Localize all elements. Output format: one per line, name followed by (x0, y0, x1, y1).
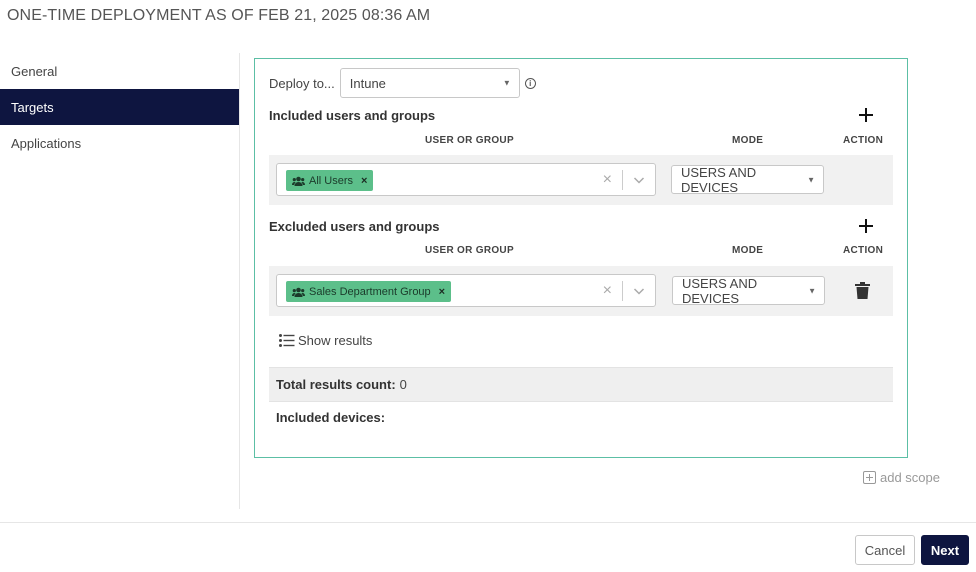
included-row: All Users × × USERS AND DEVICES ▼ (269, 155, 893, 205)
caret-down-icon: ▼ (502, 78, 511, 88)
chevron-down-icon[interactable] (633, 173, 645, 191)
deploy-select-value: Intune (349, 75, 386, 91)
included-chip: All Users × (286, 170, 374, 191)
add-scope-button[interactable]: add scope (863, 470, 940, 485)
results-count-bar: Total results count: 0 (269, 367, 893, 402)
show-results-button[interactable]: Show results (279, 333, 372, 348)
results-count-label: Total results count: (276, 377, 396, 392)
excluded-mode-select[interactable]: USERS AND DEVICES ▼ (672, 275, 825, 306)
add-box-icon (863, 471, 876, 484)
included-chip-label: All Users (309, 174, 354, 187)
sidebar-item-general[interactable]: General (0, 53, 239, 89)
included-user-picker[interactable]: All Users × × (276, 163, 656, 196)
chip-remove-icon[interactable]: × (361, 175, 367, 187)
next-button[interactable]: Next (921, 535, 969, 565)
excluded-title: Excluded users and groups (269, 219, 440, 234)
chip-remove-icon[interactable]: × (439, 286, 445, 298)
picker-divider (622, 281, 623, 301)
list-icon (279, 334, 295, 347)
add-included-plus-icon[interactable] (856, 105, 876, 125)
excluded-mode-value: USERS AND DEVICES (682, 275, 758, 306)
included-devices-label: Included devices: (276, 410, 386, 425)
add-excluded-plus-icon[interactable] (856, 216, 876, 236)
deploy-label: Deploy to... (269, 75, 335, 91)
excluded-col-action: ACTION (843, 245, 884, 256)
included-mode-value: USERS AND DEVICES (681, 164, 757, 195)
users-icon (292, 287, 305, 297)
excluded-row: Sales Department Group × × USERS AND DEV… (269, 266, 893, 316)
excluded-col-mode: MODE (732, 245, 764, 256)
trash-icon[interactable] (855, 282, 870, 304)
sidebar-item-applications[interactable]: Applications (0, 125, 239, 161)
show-results-label: Show results (298, 333, 373, 348)
footer-divider (0, 522, 976, 523)
excluded-chip-label: Sales Department Group (309, 285, 431, 298)
chevron-down-icon[interactable] (633, 284, 645, 302)
included-col-user: USER OR GROUP (425, 135, 514, 146)
users-icon (292, 176, 305, 186)
caret-down-icon: ▼ (808, 286, 816, 295)
sidebar-item-targets[interactable]: Targets (0, 89, 239, 125)
cancel-button[interactable]: Cancel (855, 535, 915, 565)
excluded-col-user: USER OR GROUP (425, 245, 514, 256)
excluded-user-picker[interactable]: Sales Department Group × × (276, 274, 656, 307)
included-title: Included users and groups (269, 108, 436, 123)
clear-icon[interactable]: × (603, 282, 612, 300)
sidebar: General Targets Applications (0, 53, 240, 509)
picker-divider (622, 170, 623, 190)
included-col-mode: MODE (732, 135, 764, 146)
info-icon[interactable]: i (524, 77, 536, 89)
targets-panel: Deploy to... Intune ▼ i Included users a… (254, 58, 908, 458)
caret-down-icon: ▼ (807, 175, 815, 184)
results-count-value: 0 (399, 377, 407, 392)
add-scope-label: add scope (880, 470, 940, 485)
deploy-row: Deploy to... Intune ▼ i (269, 68, 536, 98)
included-col-action: ACTION (843, 135, 884, 146)
deploy-select[interactable]: Intune ▼ (339, 68, 520, 98)
excluded-chip: Sales Department Group × (286, 281, 452, 302)
clear-icon[interactable]: × (603, 171, 612, 189)
page-title: ONE-TIME DEPLOYMENT AS OF FEB 21, 2025 0… (7, 7, 431, 24)
included-mode-select[interactable]: USERS AND DEVICES ▼ (671, 164, 824, 195)
